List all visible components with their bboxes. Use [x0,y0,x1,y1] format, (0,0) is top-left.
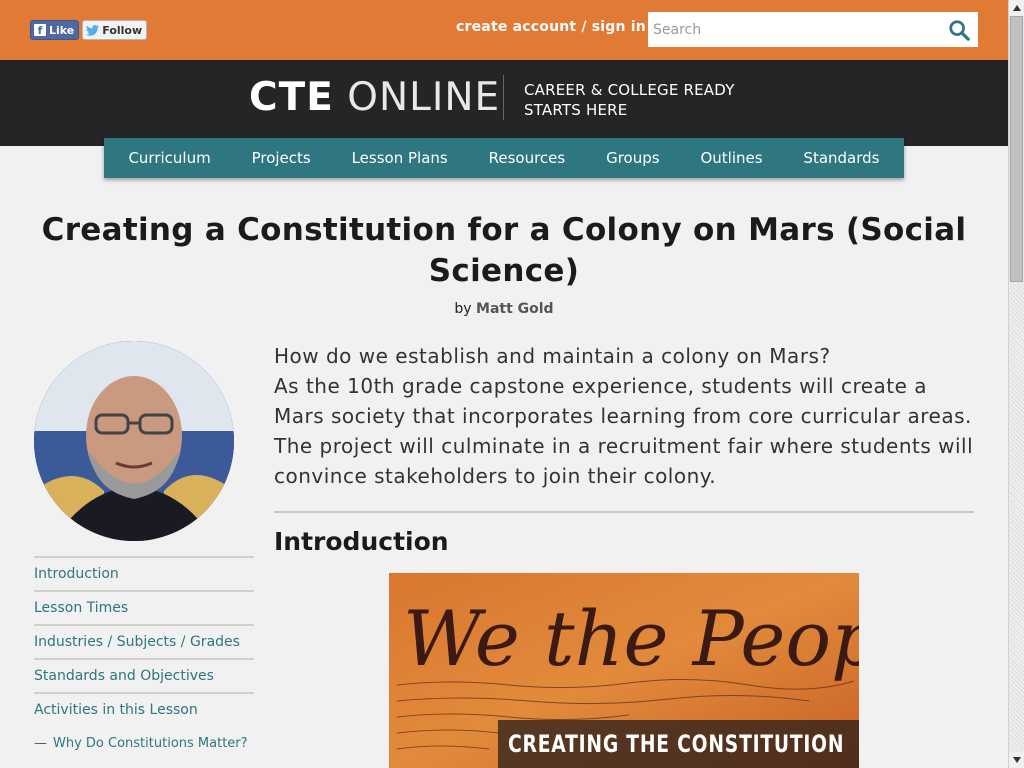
tagline-line2: STARTS HERE [524,101,628,119]
tagline: CAREER & COLLEGE READY STARTS HERE [524,80,735,120]
like-label: Like [49,23,75,37]
by-prefix: by [454,301,472,317]
nav-item-groups[interactable]: Groups [604,149,661,167]
lead-text: How do we establish and maintain a colon… [274,341,974,491]
follow-label: Follow [102,23,143,37]
facebook-icon: f [34,24,46,37]
section-divider [274,511,974,513]
logo-bold: CTE [249,75,334,120]
nav-item-lesson-plans[interactable]: Lesson Plans [350,149,450,167]
nav-item-curriculum[interactable]: Curriculum [126,149,212,167]
twitter-icon [86,24,100,36]
scroll-up-button[interactable] [1009,0,1024,16]
chevron-up-icon [1013,5,1021,11]
scroll-down-button[interactable] [1009,752,1024,768]
signin-link[interactable]: create account / sign in [456,19,646,35]
lesson-sidebar: Introduction Lesson Times Industries / S… [34,556,254,760]
search-box [648,12,978,47]
twitter-follow-button[interactable]: Follow [82,20,148,40]
author-avatar [34,341,234,541]
logo-light: ONLINE [347,75,501,120]
sidebar-item-introduction[interactable]: Introduction [34,556,254,590]
author-link[interactable]: Matt Gold [476,301,554,317]
sidebar-subitem-label: Why Do Constitutions Matter? [53,735,248,751]
social-buttons: f Like Follow [30,20,148,40]
lead-body: As the 10th grade capstone experience, s… [274,374,974,488]
site-header: CTE ONLINE CAREER & COLLEGE READY STARTS… [0,60,1008,146]
hero-script: We the People [403,594,859,683]
sidebar-item-industries[interactable]: Industries / Subjects / Grades [34,624,254,658]
hero-caption-text: CREATING THE CONSTITUTION [508,730,845,758]
sidebar-item-lesson-times[interactable]: Lesson Times [34,590,254,624]
author-photo [34,341,234,541]
nav-item-outlines[interactable]: Outlines [698,149,764,167]
hero-caption: CREATING THE CONSTITUTION [498,720,859,768]
search-input[interactable] [648,12,938,47]
byline: by Matt Gold [0,301,1008,317]
page-title: Creating a Constitution for a Colony on … [41,212,967,289]
site-logo[interactable]: CTE ONLINE [249,75,500,121]
nav-item-resources[interactable]: Resources [487,149,568,167]
scroll-thumb[interactable] [1010,16,1023,282]
vertical-scrollbar[interactable] [1008,0,1024,768]
tagline-line1: CAREER & COLLEGE READY [524,81,735,99]
sub-dash: — [34,735,47,751]
chevron-down-icon [1013,757,1021,763]
header-divider [503,75,504,120]
facebook-like-button[interactable]: f Like [30,20,80,40]
sidebar-subitem[interactable]: — Why Do Constitutions Matter? [34,726,254,760]
top-bar: f Like Follow create account / sign in [0,0,1008,60]
main-nav: Curriculum Projects Lesson Plans Resourc… [104,138,904,178]
intro-heading: Introduction [274,527,449,556]
search-icon[interactable] [948,19,970,41]
nav-item-projects[interactable]: Projects [250,149,313,167]
lead-question: How do we establish and maintain a colon… [274,344,831,368]
scroll-track[interactable] [1009,283,1024,751]
sidebar-item-activities[interactable]: Activities in this Lesson [34,692,254,726]
sidebar-item-standards[interactable]: Standards and Objectives [34,658,254,692]
nav-item-standards[interactable]: Standards [801,149,881,167]
